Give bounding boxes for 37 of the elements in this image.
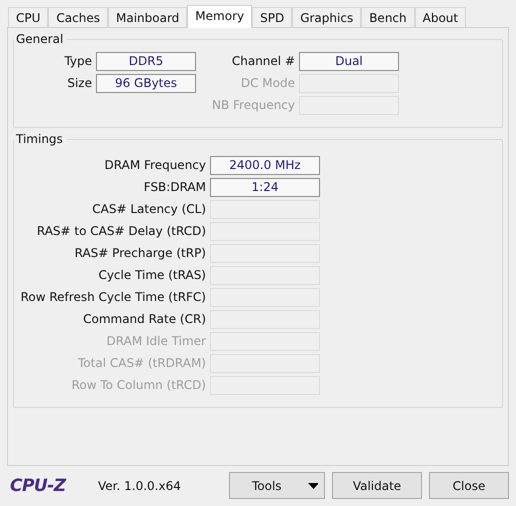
tools-dropdown[interactable]: Tools: [229, 472, 325, 499]
tab[interactable]: Graphics: [292, 7, 362, 27]
field-label: Type: [63, 53, 92, 70]
tab[interactable]: About: [414, 7, 466, 27]
field-label: Total CAS# (tRDRAM): [77, 355, 206, 372]
footer-button[interactable]: Validate: [332, 472, 422, 499]
group-title: General: [15, 32, 64, 46]
field-label: RAS# Precharge (tRP): [74, 245, 206, 262]
field-label: FSB:DRAM: [142, 179, 206, 196]
field-label: Size: [66, 75, 92, 92]
group-title: Timings: [15, 132, 64, 146]
field-label: DRAM Frequency: [104, 157, 206, 174]
tab[interactable]: SPD: [252, 7, 292, 27]
field-label: CAS# Latency (CL): [91, 201, 206, 218]
tab[interactable]: Caches: [48, 7, 108, 27]
footer-button[interactable]: Close: [429, 472, 509, 499]
version-label: Ver. 1.0.0.x64: [98, 478, 182, 492]
tab[interactable]: Memory: [187, 5, 252, 28]
field-label: RAS# to CAS# Delay (tRCD): [36, 223, 206, 240]
field-label: DRAM Idle Timer: [106, 333, 206, 350]
caret-icon: [308, 482, 318, 488]
value-field: 96 GBytes: [96, 74, 196, 93]
field-label: Cycle Time (tRAS): [97, 267, 206, 284]
value-field: 2400.0 MHz: [210, 156, 320, 175]
value-field: DDR5: [96, 52, 196, 71]
value-field: 1:24: [210, 178, 320, 197]
field-label: Row Refresh Cycle Time (tRFC): [20, 289, 206, 306]
field-label: DC Mode: [240, 75, 295, 92]
field-label: Row To Column (tRCD): [70, 377, 206, 394]
field-label: NB Frequency: [210, 97, 295, 114]
field-label: Channel #: [230, 53, 295, 70]
app-logo: CPU-Z: [10, 476, 68, 496]
value-field: Dual: [299, 52, 399, 71]
tab[interactable]: CPU: [8, 7, 48, 27]
tab[interactable]: Bench: [361, 7, 415, 27]
tab[interactable]: Mainboard: [108, 7, 188, 27]
field-label: Command Rate (CR): [82, 311, 206, 328]
